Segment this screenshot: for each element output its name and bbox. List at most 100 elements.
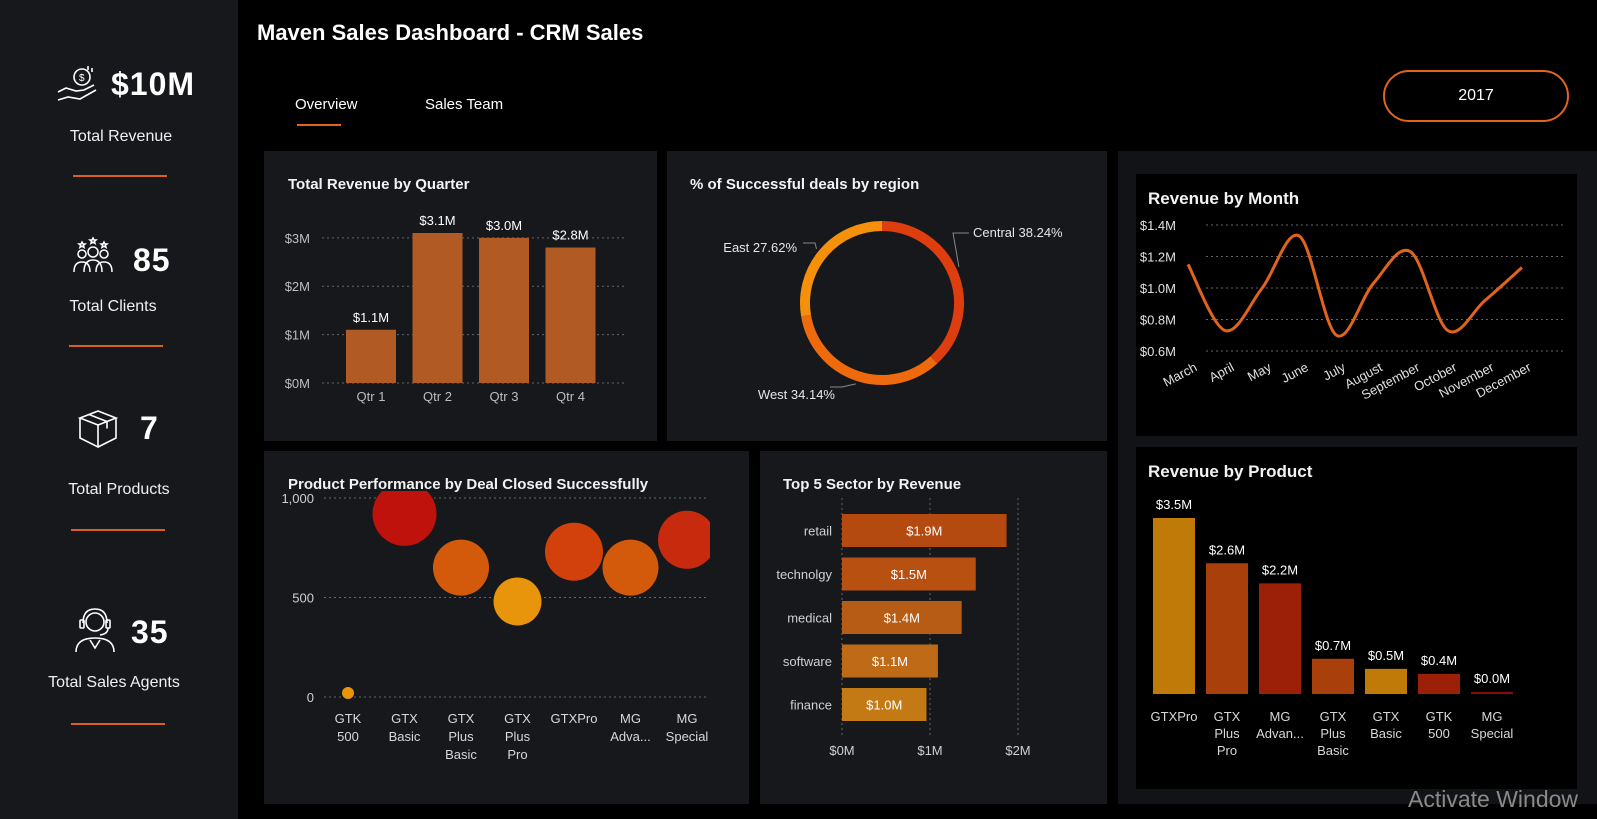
kpi-sidebar: $ $10M Total Revenue 85 Total Clients 7 …: [0, 0, 238, 819]
leader-line: [803, 242, 817, 249]
bar: [412, 233, 463, 383]
data-label: $1.5M: [891, 567, 927, 582]
kpi-value: 35: [131, 614, 169, 650]
y-tick-label: 1,000: [281, 491, 314, 506]
data-label: $1.1M: [872, 654, 908, 669]
x-tick-label: GTX Basic: [1370, 709, 1402, 741]
bar: [346, 329, 396, 383]
month-line-chart: $0.6M $0.8M $1.0M $1.2M $1.4M March April May Ju…: [1140, 218, 1566, 403]
y-tick-label: $2M: [285, 279, 310, 294]
bubble: [602, 539, 659, 596]
x-tick-label: March: [1160, 359, 1199, 389]
bubble: [342, 687, 354, 700]
kpi-total-sales-agents: 35 Total Sales Agents: [0, 0, 238, 740]
product-performance-scatter: 0 500 1,000 GTK 500 GTX Basic GTX Plus Basic GTX Pl…: [281, 491, 710, 762]
data-label: $3.1M: [419, 213, 455, 228]
bubble-group: [342, 491, 710, 700]
data-label: $0.0M: [1474, 671, 1510, 686]
bubble: [433, 539, 489, 596]
y-tick-label: 0: [307, 690, 314, 705]
slice-label: West 34.14%: [758, 387, 836, 402]
data-label: $1.0M: [866, 698, 902, 713]
data-label: $0.5M: [1368, 648, 1404, 663]
x-tick-label: Qtr 3: [490, 389, 519, 404]
data-label: $2.6M: [1209, 542, 1245, 557]
y-tick-label: 500: [292, 591, 314, 606]
kpi-divider: [71, 723, 165, 725]
x-tick-label: Qtr 1: [357, 389, 386, 404]
x-tick-label: GTX Plus Basic: [445, 711, 477, 762]
y-tick-label: $0.8M: [1140, 313, 1176, 328]
x-tick-label: $2M: [1005, 743, 1030, 758]
bar: [1418, 673, 1460, 694]
y-tick-label: $1.2M: [1140, 250, 1176, 265]
x-tick-label: Qtr 4: [556, 389, 585, 404]
bar: [545, 247, 596, 383]
x-tick-label: GTXPro: [1151, 709, 1198, 724]
y-tick-label: $1.4M: [1140, 218, 1176, 233]
x-tick-label: GTX Plus Pro: [504, 711, 531, 762]
x-tick-label: GTXPro: [551, 711, 598, 726]
x-tick-label: June: [1279, 359, 1311, 385]
y-tick-label: $0.6M: [1140, 344, 1176, 359]
x-tick-label: April: [1206, 359, 1236, 385]
bar: [1471, 691, 1513, 694]
data-label: $2.2M: [1262, 562, 1298, 577]
bubble: [545, 522, 603, 581]
tab-overview[interactable]: Overview: [295, 96, 358, 113]
x-tick-label: $0M: [829, 743, 854, 758]
data-label: $2.8M: [552, 228, 588, 243]
y-tick-label: $1.0M: [1140, 281, 1176, 296]
x-tick-label: May: [1245, 359, 1274, 384]
series-line: [1186, 233, 1523, 338]
data-label: $1.4M: [884, 611, 920, 626]
activation-watermark: Activate Window: [1408, 786, 1579, 812]
region-donut-chart: Central 38.24% West 34.14% East 27.62%: [723, 221, 1063, 402]
data-label: $1.9M: [906, 524, 942, 539]
data-label: $1.1M: [353, 310, 389, 325]
tab-sales-team[interactable]: Sales Team: [425, 96, 503, 113]
bar: [1206, 563, 1248, 694]
kpi-label: Total Sales Agents: [48, 674, 180, 691]
y-tick-label: $0M: [285, 376, 310, 391]
bar: [1153, 518, 1195, 694]
x-tick-label: GTX Plus Basic: [1317, 709, 1349, 758]
active-tab-indicator: [297, 124, 341, 126]
slice-label: Central 38.24%: [973, 225, 1063, 240]
bubble: [372, 491, 437, 546]
bar: [1259, 583, 1301, 694]
bar: [1312, 658, 1354, 694]
y-tick-label: software: [783, 654, 832, 669]
y-tick-label: retail: [804, 524, 832, 539]
panel-revenue-by-month: Revenue by Month $0.6M $0.8M $1.0M $1.2M $1.…: [1136, 174, 1577, 436]
panel-product-performance: Product Performance by Deal Closed Succe…: [264, 451, 749, 804]
data-label: $3.0M: [486, 218, 522, 233]
year-filter-button[interactable]: 2017: [1383, 70, 1569, 122]
y-tick-label: $1M: [285, 328, 310, 343]
bar: [479, 237, 529, 383]
donut-slice: [800, 221, 883, 317]
x-tick-label: GTX Basic: [389, 711, 421, 744]
headset-agent-icon: [75, 608, 115, 653]
sector-hbar-chart: $0M $1M $2M $1.9M retail $1.5M technolgy $1.4M m…: [776, 498, 1031, 758]
x-tick-label: GTX Plus Pro: [1214, 709, 1241, 758]
x-tick-label: GTK 500: [1426, 709, 1453, 741]
bubble: [493, 577, 542, 626]
bubble: [658, 510, 710, 569]
panel-revenue-by-quarter: Total Revenue by Quarter $0M $1M $2M $3M $1.…: [264, 151, 657, 441]
x-tick-label: MG Advan...: [1256, 709, 1304, 741]
data-label: $3.5M: [1156, 497, 1192, 512]
x-tick-label: $1M: [917, 743, 942, 758]
x-tick-label: Qtr 2: [423, 389, 452, 404]
donut-slice: [801, 314, 938, 385]
panel-deals-by-region: % of Successful deals by region Central …: [667, 151, 1107, 441]
y-tick-label: $3M: [285, 231, 310, 246]
x-tick-label: MG Special: [1471, 709, 1514, 741]
y-tick-label: medical: [787, 611, 832, 626]
panel-revenue-by-product: Revenue by Product $3.5M GTXPro $2.6M GTX Pl…: [1136, 447, 1577, 789]
slice-label: East 27.62%: [723, 240, 797, 255]
bar: [1365, 668, 1407, 694]
x-tick-label: MG Special: [666, 711, 709, 744]
x-tick-label: GTK 500: [335, 711, 362, 744]
y-tick-label: technolgy: [776, 567, 832, 582]
